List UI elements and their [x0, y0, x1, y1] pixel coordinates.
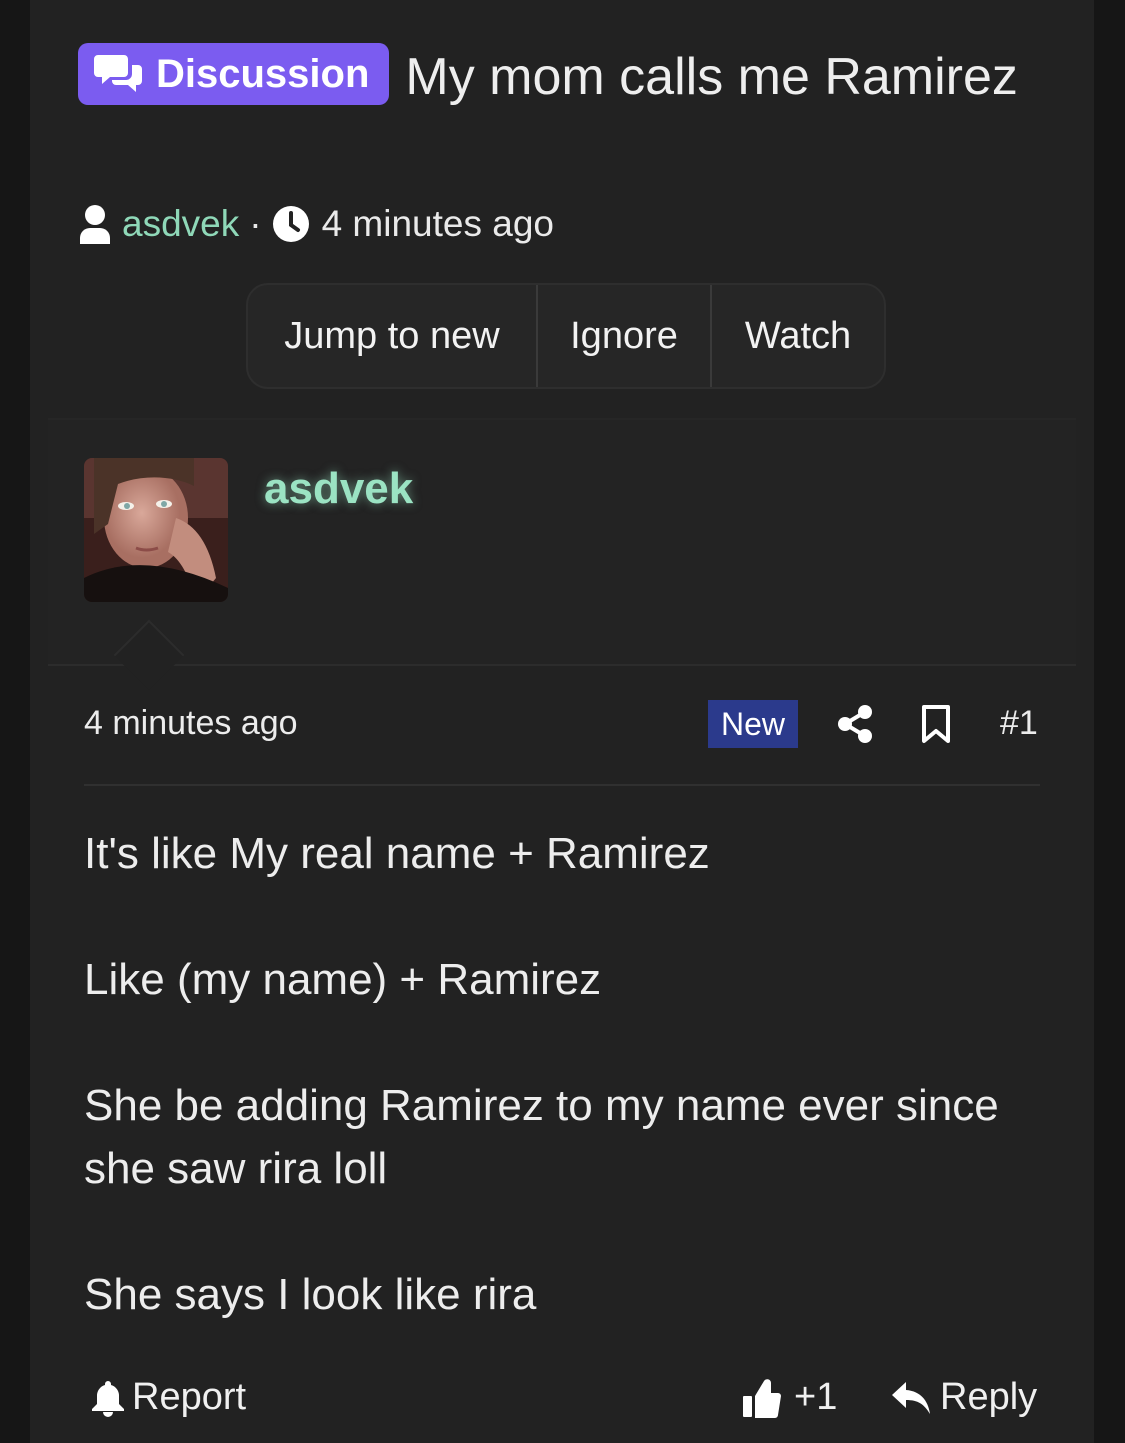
- share-icon[interactable]: [836, 704, 874, 744]
- bell-icon: [92, 1380, 124, 1417]
- bookmark-icon[interactable]: [920, 704, 952, 744]
- post-paragraph: It's like My real name + Ramirez: [84, 829, 710, 878]
- post-number-link[interactable]: #1: [1000, 704, 1038, 743]
- thread-title-text: My mom calls me Ramirez: [405, 48, 1018, 106]
- new-badge: New: [708, 700, 798, 748]
- post-body: It's like My real name + Ramirez Like (m…: [84, 822, 1054, 1389]
- user-icon: [80, 205, 110, 244]
- post-time[interactable]: 4 minutes ago: [84, 704, 298, 743]
- report-button[interactable]: Report: [90, 1376, 246, 1419]
- ignore-button[interactable]: Ignore: [538, 285, 712, 387]
- reply-arrow-icon: [892, 1381, 930, 1414]
- thread-title: Discussion My mom calls me Ramirez: [78, 40, 1058, 114]
- post-username[interactable]: asdvek: [264, 464, 413, 514]
- post-meta-row: 4 minutes ago New #1: [84, 700, 1040, 748]
- reply-button[interactable]: Reply: [890, 1376, 1037, 1419]
- thread-action-group: Jump to new Ignore Watch: [246, 283, 886, 389]
- thread-page: Discussion My mom calls me Ramirez asdvek…: [30, 0, 1094, 1443]
- thread-time[interactable]: 4 minutes ago: [322, 203, 554, 245]
- avatar[interactable]: [84, 458, 228, 602]
- post-divider: [84, 784, 1040, 786]
- thread-author-link[interactable]: asdvek: [122, 203, 239, 245]
- watch-button[interactable]: Watch: [712, 285, 884, 387]
- post-paragraph: She says I look like rira: [84, 1270, 537, 1319]
- reaction-label: +1: [794, 1376, 838, 1418]
- chat-bubbles-icon: [94, 55, 142, 92]
- like-button[interactable]: +1: [742, 1376, 837, 1419]
- post-user-header: asdvek: [48, 418, 1076, 691]
- thumbs-up-icon: [743, 1378, 781, 1418]
- reply-label: Reply: [940, 1376, 1038, 1418]
- meta-separator: ·: [249, 203, 262, 244]
- prefix-badge[interactable]: Discussion: [78, 43, 390, 105]
- report-label: Report: [132, 1376, 247, 1418]
- jump-to-new-button[interactable]: Jump to new: [248, 285, 538, 387]
- message-arrow: [113, 619, 185, 691]
- clock-icon: [272, 206, 309, 242]
- post-paragraph: She be adding Ramirez to my name ever si…: [84, 1081, 999, 1193]
- post-footer: Report +1 Reply: [90, 1376, 1040, 1432]
- thread-meta: asdvek · 4 minutes ago: [78, 198, 554, 250]
- prefix-label: Discussion: [156, 52, 370, 96]
- post-paragraph: Like (my name) + Ramirez: [84, 955, 602, 1004]
